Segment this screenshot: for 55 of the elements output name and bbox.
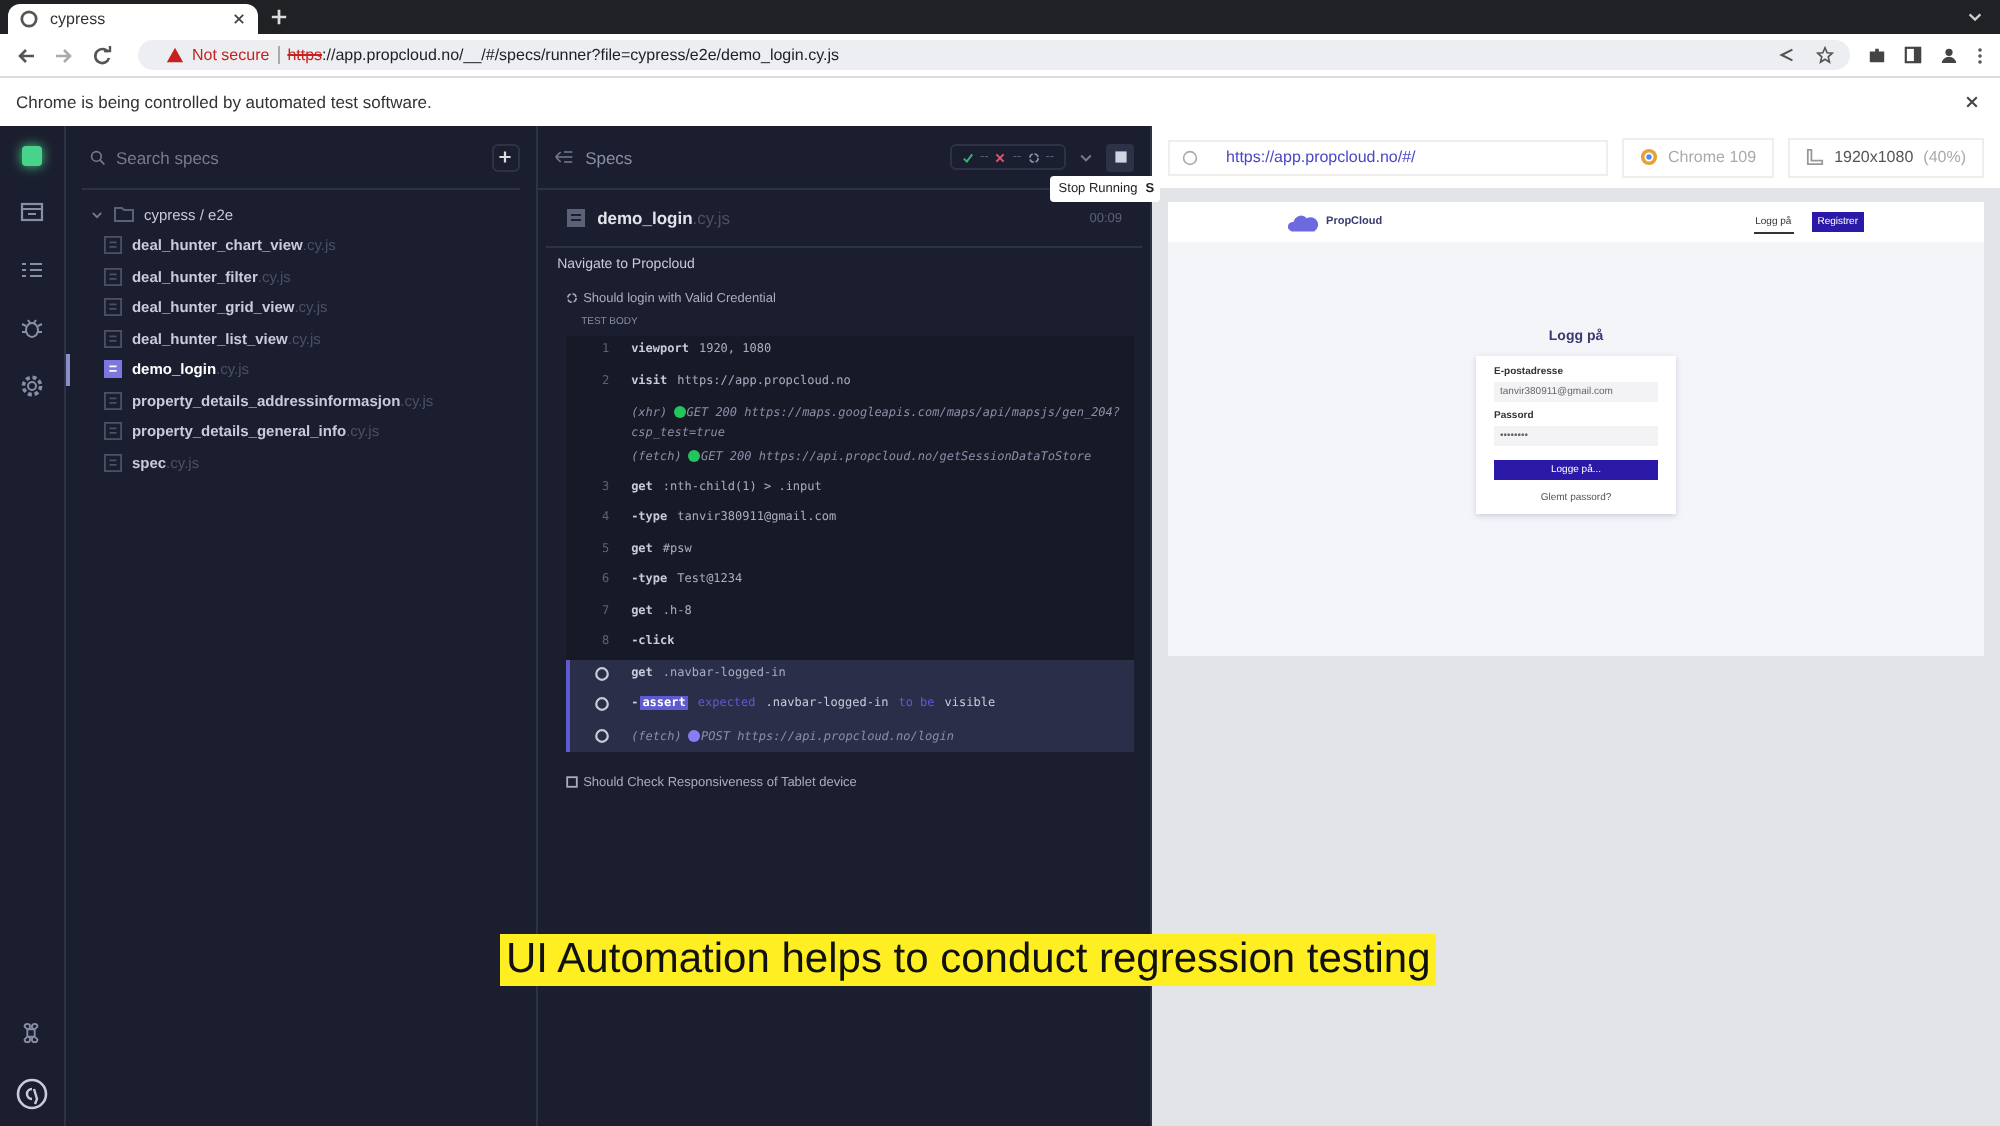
warning-icon [166,46,184,64]
cross-icon [994,151,1007,163]
cypress-logo-icon[interactable] [15,1078,48,1110]
panel-title: Specs [585,147,633,167]
file-icon [103,453,122,472]
file-icon [565,208,586,228]
search-icon [89,149,106,165]
add-icon[interactable] [491,143,520,171]
file-icon [103,267,122,286]
stop-icon [1113,150,1128,164]
browser-tab[interactable]: cypress [8,4,258,34]
file-icon [103,329,122,348]
new-tab-icon[interactable] [270,8,288,26]
app-icon [20,10,38,28]
profile-icon[interactable] [1940,46,1958,64]
cloud-logo-icon [1288,212,1319,232]
file-icon [103,236,122,255]
file-icon [103,360,122,379]
settings-icon[interactable] [19,374,44,398]
command-key-icon[interactable] [20,1022,43,1044]
list-icon[interactable] [19,258,44,282]
side-panel-icon[interactable] [1904,46,1922,64]
folder-icon [113,206,134,222]
star-icon[interactable] [1816,46,1834,64]
chrome-icon [1640,148,1659,166]
check-icon [962,151,974,163]
bug-icon[interactable] [19,316,44,340]
checkbox-icon [565,776,578,789]
file-icon [103,422,122,441]
video-caption: UI Automation helps to conduct regression testing [500,934,1437,986]
globe-icon [1182,149,1199,165]
spec-name: demo_login.cy.js [597,208,730,228]
file-icon [103,298,122,317]
chevron-down-icon[interactable] [1966,8,1984,26]
back-icon[interactable] [16,45,36,65]
file-icon [103,391,122,410]
spinner-icon [565,292,578,304]
browser-window-icon[interactable] [19,200,44,224]
specs-toggle-icon[interactable] [553,148,574,166]
page-url: https://app.propcloud.no/__/#/specs/runner?file=cypress/e2e/demo_login.cy.js [287,46,839,64]
ruler-icon [1806,148,1825,166]
automation-notice: Chrome is being controlled by automated test software. [16,92,432,112]
logo-icon[interactable] [21,146,42,166]
close-icon[interactable] [232,12,246,26]
search-field[interactable]: Search specs [115,147,482,167]
close-icon[interactable] [1964,94,1980,110]
menu-icon[interactable] [1976,45,1984,65]
share-icon[interactable] [1778,46,1796,64]
address-bar[interactable]: Not secure https://app.propcloud.no/__/#/specs/runner?file=cypress/e2e/demo_login.cy.js [138,40,1850,70]
viewport-selector[interactable]: 1920x1080 (40%) [1788,137,1984,177]
spinner-icon [1027,151,1040,163]
security-label: Not secure [192,46,270,64]
reload-icon[interactable] [92,45,112,65]
url-field[interactable]: https://app.propcloud.no/#/ [1168,139,1609,175]
stop-button[interactable] [1106,143,1135,171]
